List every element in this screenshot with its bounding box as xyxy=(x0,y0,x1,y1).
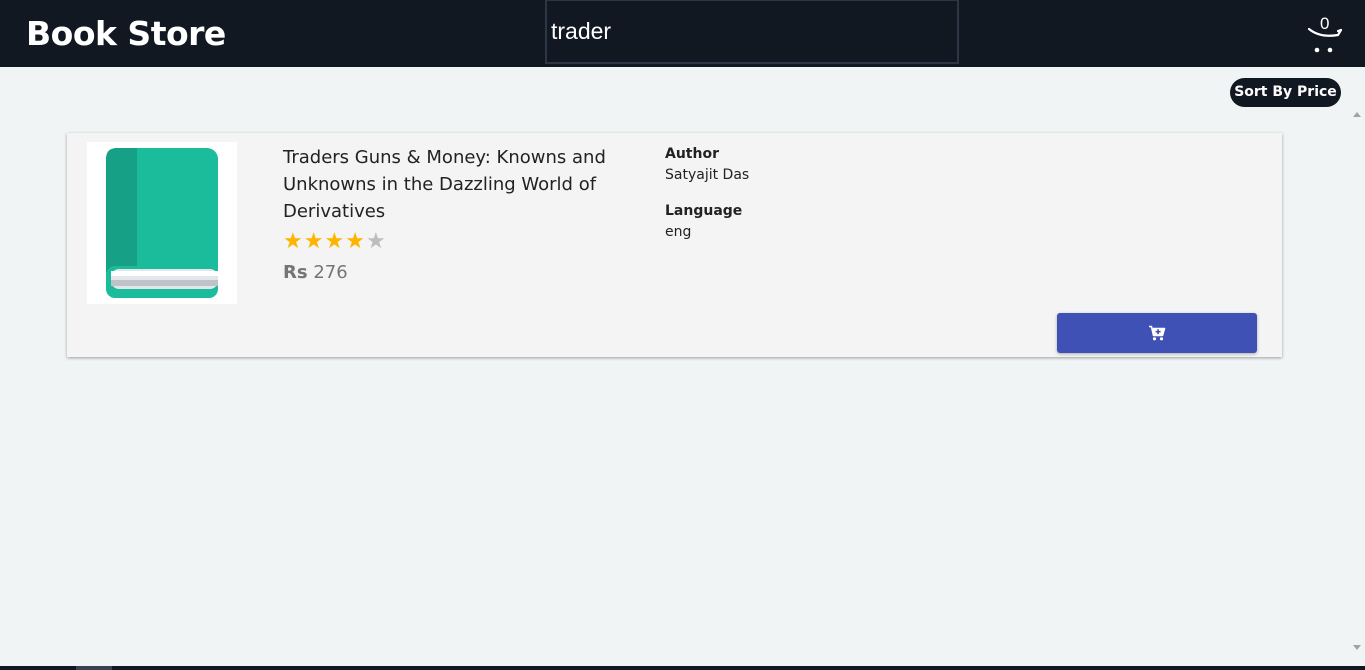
language-label: Language xyxy=(665,203,743,219)
price-currency: Rs xyxy=(283,262,308,283)
star-empty-icon: ★ xyxy=(365,229,387,254)
horizontal-scrollbar-thumb[interactable] xyxy=(76,666,112,670)
language-value: eng xyxy=(665,224,692,240)
sort-by-price-button[interactable]: Sort By Price xyxy=(1230,78,1341,107)
add-to-cart-button[interactable] xyxy=(1057,313,1257,353)
rating-stars: ★★★★★ xyxy=(283,230,387,254)
author-label: Author xyxy=(665,146,719,162)
book-card: Traders Guns & Money: Knowns and Unknown… xyxy=(67,133,1282,357)
horizontal-scrollbar[interactable] xyxy=(0,666,1365,670)
star-filled-icon: ★ xyxy=(324,229,346,254)
price-value: 276 xyxy=(313,262,348,283)
top-navbar: Book Store 0 xyxy=(0,0,1365,67)
star-filled-icon: ★ xyxy=(283,229,304,254)
book-cover[interactable] xyxy=(87,142,237,304)
author-value: Satyajit Das xyxy=(665,167,750,183)
add-to-cart-icon xyxy=(1149,325,1166,341)
scroll-up-arrow-icon[interactable] xyxy=(1353,112,1361,117)
book-price: Rs 276 xyxy=(283,261,348,285)
star-filled-icon: ★ xyxy=(303,229,325,254)
search-input[interactable] xyxy=(545,0,959,64)
vertical-scrollbar[interactable] xyxy=(1350,67,1365,667)
book-icon xyxy=(106,148,218,298)
brand-title[interactable]: Book Store xyxy=(26,12,226,56)
scroll-down-arrow-icon[interactable] xyxy=(1353,645,1361,650)
star-filled-icon: ★ xyxy=(345,229,366,254)
cart-count-badge: 0 xyxy=(1320,14,1330,33)
book-title[interactable]: Traders Guns & Money: Knowns and Unknown… xyxy=(283,144,623,225)
